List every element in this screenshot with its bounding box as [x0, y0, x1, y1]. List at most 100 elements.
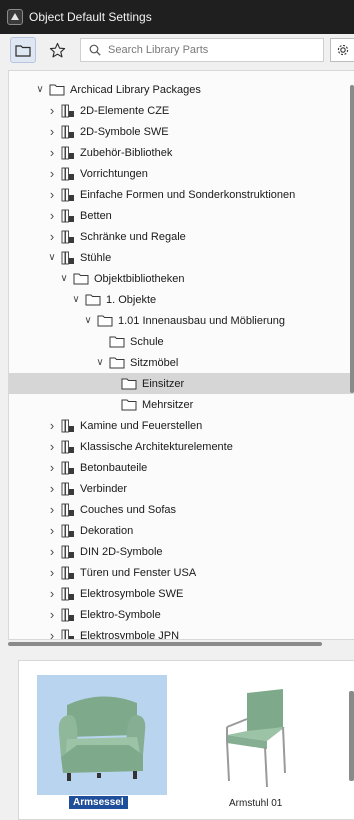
library-icon: [61, 104, 75, 118]
chevron-right-icon[interactable]: ›: [47, 124, 57, 139]
chevron-right-icon[interactable]: ›: [47, 502, 57, 517]
search-input[interactable]: Search Library Parts: [80, 38, 324, 62]
chair-icon: [226, 689, 286, 788]
title-bar: Object Default Settings: [0, 0, 354, 34]
library-icon: [61, 251, 75, 265]
chevron-right-icon[interactable]: ›: [47, 544, 57, 559]
folder-icon: [109, 335, 125, 348]
folder-icon: [97, 314, 113, 327]
chevron-right-icon[interactable]: ›: [47, 565, 57, 580]
preview-tile-armsessel[interactable]: [37, 675, 167, 795]
tree-item[interactable]: ∨ 1. Objekte: [9, 289, 354, 310]
library-icon: [61, 608, 75, 622]
library-icon: [61, 503, 75, 517]
tree-item[interactable]: › Betten: [9, 205, 354, 226]
folder-icon: [73, 272, 89, 285]
tree-item-label: Mehrsitzer: [142, 398, 194, 411]
tree-item[interactable]: › Klassische Architekturelemente: [9, 436, 354, 457]
tree-item[interactable]: ∨ 1.01 Innenausbau und Möblierung: [9, 310, 354, 331]
tree-item[interactable]: › 2D-Symbole SWE: [9, 121, 354, 142]
tree-item[interactable]: Einsitzer: [9, 373, 354, 394]
chevron-right-icon[interactable]: ›: [47, 187, 57, 202]
chevron-down-icon[interactable]: ∨: [71, 294, 81, 305]
preview-caption-armsessel: Armsessel: [69, 796, 128, 809]
chevron-down-icon[interactable]: ∨: [47, 252, 57, 263]
preview-vertical-scrollbar[interactable]: [349, 691, 354, 781]
chevron-right-icon[interactable]: ›: [47, 439, 57, 454]
tree-item-label: Verbinder: [80, 482, 128, 495]
library-icon: [61, 209, 75, 223]
tree-item[interactable]: ∨ Sitzmöbel: [9, 352, 354, 373]
folder-icon: [15, 44, 31, 57]
tree-item-label: DIN 2D-Symbole: [80, 545, 163, 558]
library-icon: [61, 419, 75, 433]
tree-item[interactable]: Schule: [9, 331, 354, 352]
library-icon: [61, 230, 75, 244]
tree-item[interactable]: ∨ Stühle: [9, 247, 354, 268]
search-icon: [89, 44, 101, 56]
tree-item[interactable]: › Türen und Fenster USA: [9, 562, 354, 583]
tree-item-label: Schule: [130, 335, 164, 348]
chevron-right-icon[interactable]: ›: [47, 607, 57, 622]
settings-button[interactable]: [330, 38, 354, 62]
tree-item-label: 1. Objekte: [106, 293, 157, 306]
tree-vertical-scrollbar[interactable]: [350, 85, 354, 393]
chevron-right-icon[interactable]: ›: [47, 523, 57, 538]
library-tree-panel: ∨ Archicad Library Packages › 2D-Elemente C…: [8, 70, 354, 640]
tree-item-label: Couches und Sofas: [80, 503, 177, 516]
tree-item[interactable]: › Elektrosymbole SWE: [9, 583, 354, 604]
library-icon: [61, 125, 75, 139]
tree-item[interactable]: › Couches und Sofas: [9, 499, 354, 520]
star-icon: [49, 42, 65, 57]
tree-item-label: Sitzmöbel: [130, 356, 179, 369]
library-icon: [61, 167, 75, 181]
chevron-right-icon[interactable]: ›: [47, 460, 57, 475]
tree-horizontal-scrollbar[interactable]: [8, 642, 322, 646]
tree-item-label: Betten: [80, 209, 112, 222]
tree-item[interactable]: › Kamine und Feuerstellen: [9, 415, 354, 436]
tree-item[interactable]: › Vorrichtungen: [9, 163, 354, 184]
tree-item-label: Türen und Fenster USA: [80, 566, 197, 579]
folder-icon: [85, 293, 101, 306]
library-icon: [61, 587, 75, 601]
tree-item[interactable]: › Elektro-Symbole: [9, 604, 354, 625]
tree-item-label: Stühle: [80, 251, 112, 264]
chevron-down-icon[interactable]: ∨: [59, 273, 69, 284]
chevron-right-icon[interactable]: ›: [47, 166, 57, 181]
gear-icon: [337, 44, 348, 56]
tree-item[interactable]: Mehrsitzer: [9, 394, 354, 415]
library-icon: [61, 146, 75, 160]
library-icon: [61, 545, 75, 559]
tree-item[interactable]: › Schränke und Regale: [9, 226, 354, 247]
chevron-right-icon[interactable]: ›: [47, 628, 57, 639]
tree-item[interactable]: ∨ Objektbibliotheken: [9, 268, 354, 289]
chevron-right-icon[interactable]: ›: [47, 145, 57, 160]
chevron-right-icon[interactable]: ›: [47, 586, 57, 601]
tree-item[interactable]: › 2D-Elemente CZE: [9, 100, 354, 121]
tree-item[interactable]: › Elektrosymbole JPN: [9, 625, 354, 639]
chevron-right-icon[interactable]: ›: [47, 103, 57, 118]
chevron-right-icon[interactable]: ›: [47, 481, 57, 496]
tree-item[interactable]: › Verbinder: [9, 478, 354, 499]
folder-view-button[interactable]: [10, 37, 36, 63]
preview-tile-armstuhl[interactable]: [187, 675, 317, 795]
chevron-down-icon[interactable]: ∨: [95, 357, 105, 368]
tree-item[interactable]: › Einfache Formen und Sonderkonstruktione…: [9, 184, 354, 205]
tree-item[interactable]: › Zubehör-Bibliothek: [9, 142, 354, 163]
library-icon: [61, 461, 75, 475]
tree-item[interactable]: › DIN 2D-Symbole: [9, 541, 354, 562]
folder-icon: [121, 398, 137, 411]
favorites-button[interactable]: [44, 37, 70, 63]
chevron-down-icon[interactable]: ∨: [35, 84, 45, 95]
tree-item[interactable]: ∨ Archicad Library Packages: [9, 79, 354, 100]
chevron-right-icon[interactable]: ›: [47, 229, 57, 244]
chevron-right-icon[interactable]: ›: [47, 208, 57, 223]
search-placeholder: Search Library Parts: [108, 44, 209, 56]
tree-item[interactable]: › Betonbauteile: [9, 457, 354, 478]
library-toolbar: Search Library Parts: [0, 34, 354, 66]
tree-item-label: Elektrosymbole SWE: [80, 587, 184, 600]
tree-item-label: 2D-Symbole SWE: [80, 125, 169, 138]
chevron-down-icon[interactable]: ∨: [83, 315, 93, 326]
chevron-right-icon[interactable]: ›: [47, 418, 57, 433]
tree-item[interactable]: › Dekoration: [9, 520, 354, 541]
